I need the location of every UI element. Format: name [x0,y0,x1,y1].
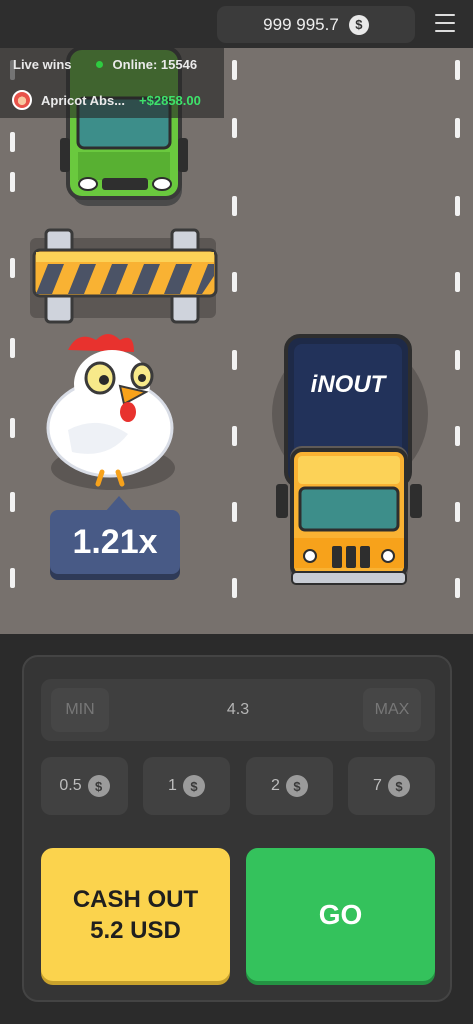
go-button[interactable]: GO [246,848,435,981]
top-bar: 999 995.7 $ [0,0,473,48]
dollar-coin-icon: $ [348,14,369,35]
chip-button[interactable]: 1 $ [143,757,230,815]
min-button[interactable]: MIN [51,688,109,732]
stake-input[interactable]: 4.3 [161,679,315,741]
chip-value: 1 [168,777,177,794]
online-count: Online: 15546 [112,57,198,72]
balance-amount: 999 995.7 [263,14,339,34]
dollar-coin-icon: $ [182,775,205,797]
win-username: Apricot Abs... [41,92,126,108]
hamburger-menu-icon[interactable] [435,14,455,32]
dollar-coin-icon: $ [87,775,110,797]
avatar [12,90,32,110]
road-barrier [30,228,218,324]
cash-out-amount: 5.2 USD [90,916,181,944]
truck-logo-text: iNOUT [311,371,388,398]
chip-button[interactable]: 2 $ [246,757,333,815]
cash-out-label: CASH OUT [72,885,199,913]
chip-value: 2 [271,777,280,794]
online-status-icon [95,61,103,68]
road: 1.21x iNOUT [0,48,473,634]
live-win-entry: Apricot Abs... +$2858.00 [12,90,201,110]
win-amount: +$2858.00 [139,92,201,108]
dollar-coin-icon: $ [285,775,308,797]
max-button[interactable]: MAX [363,688,421,732]
chicken-character [46,334,175,490]
chip-button[interactable]: 7 $ [348,757,435,815]
chip-button[interactable]: 0.5 $ [41,757,128,815]
stake-input-group: MIN 4.3 MAX [41,679,435,741]
live-wins-label: Live wins [13,57,72,72]
dollar-coin-icon: $ [387,775,410,797]
inout-truck: iNOUT [272,334,428,585]
cash-out-button[interactable]: CASH OUT 5.2 USD [41,848,230,981]
multiplier-badge: 1.21x [50,496,180,574]
bet-control-panel: MIN 4.3 MAX 0.5 $ 1 $ 2 $ 7 $ CASH OUT 5… [22,655,452,1002]
chip-value: 0.5 [59,777,82,794]
game-screen: 999 995.7 $ 1.21x iNOUT Live wins Online… [0,0,473,1024]
live-wins-panel: Live wins Online: 15546 Apricot Abs... +… [0,48,224,118]
balance-display: 999 995.7 $ [217,6,415,43]
chip-value: 7 [373,777,382,794]
